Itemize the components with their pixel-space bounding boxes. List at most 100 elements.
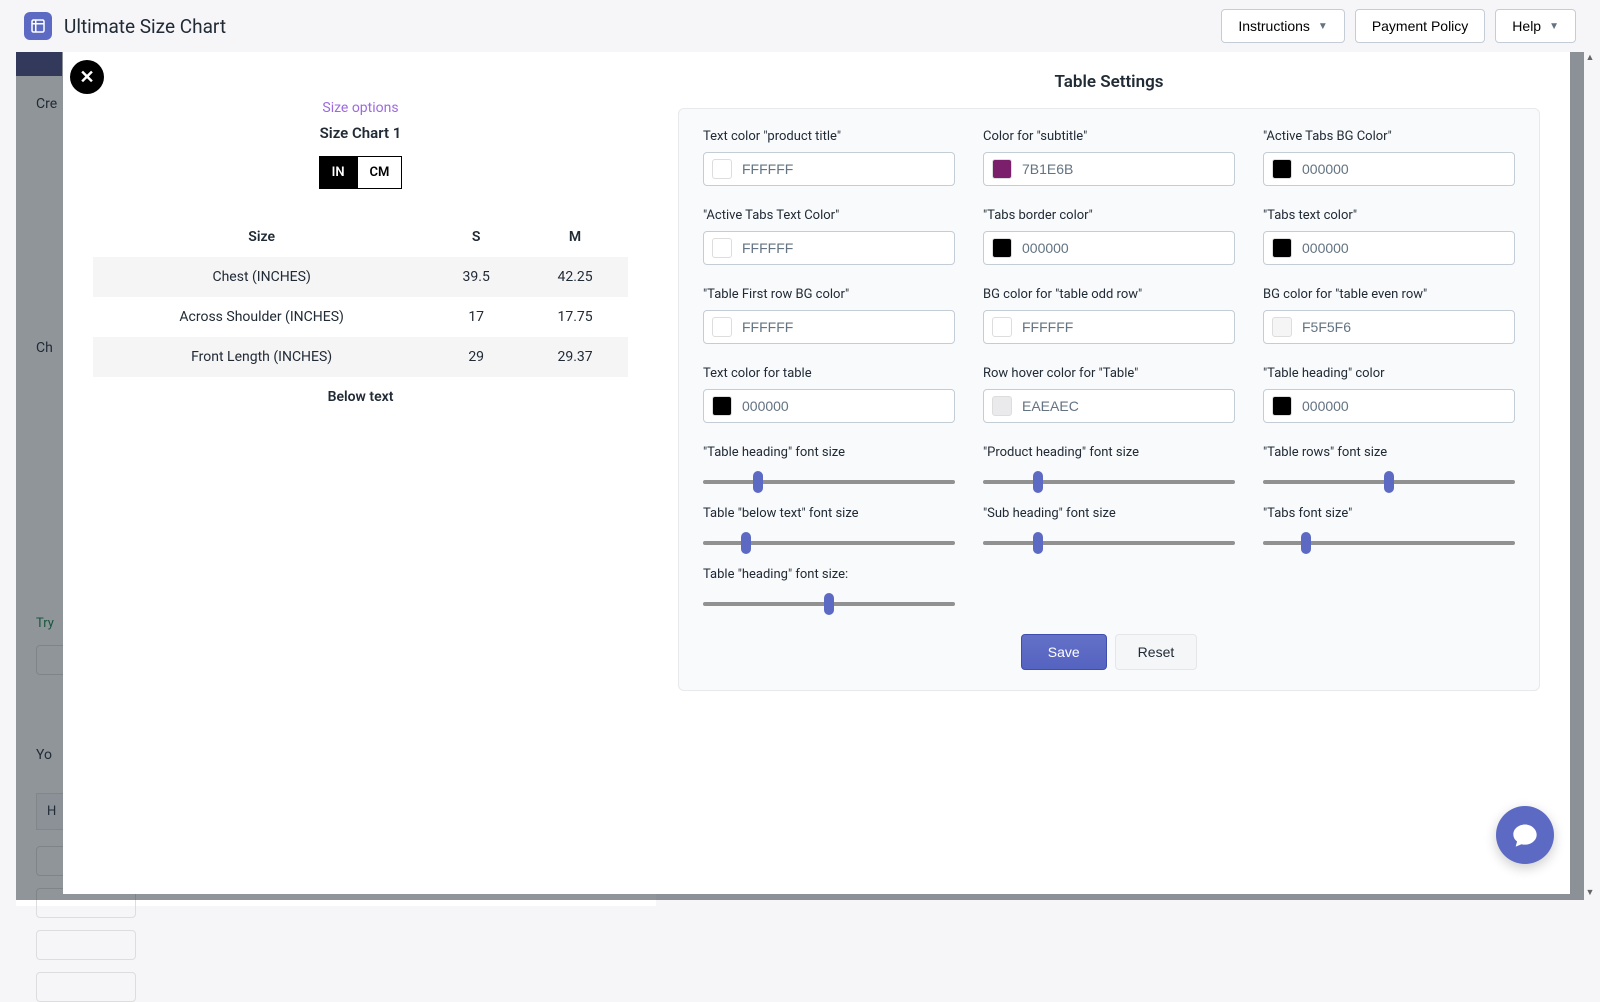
instructions-button[interactable]: Instructions ▼ xyxy=(1221,9,1345,43)
caret-down-icon: ▼ xyxy=(1549,21,1559,32)
color-input[interactable] xyxy=(983,152,1235,186)
slider-track[interactable] xyxy=(703,541,955,545)
topbar: Ultimate Size Chart Instructions ▼ Payme… xyxy=(0,0,1600,52)
field-label: "Sub heading" font size xyxy=(983,506,1235,521)
unit-toggle: IN CM xyxy=(93,156,628,189)
slider-track[interactable] xyxy=(983,480,1235,484)
slider-thumb[interactable] xyxy=(753,471,763,493)
table-cell: 39.5 xyxy=(430,257,522,297)
scroll-hints: ▲ ▼ xyxy=(1584,52,1596,900)
slider-field: "Sub heading" font size xyxy=(983,506,1235,545)
color-value-input[interactable] xyxy=(1302,319,1506,335)
field-label: Table "heading" font size: xyxy=(703,567,955,582)
settings-panel: Table Settings Text color "product title… xyxy=(658,52,1570,894)
color-field: "Table First row BG color" xyxy=(703,287,955,344)
below-text: Below text xyxy=(93,389,628,405)
slider-field: "Product heading" font size xyxy=(983,445,1235,484)
color-swatch xyxy=(712,238,732,258)
field-label: Table "below text" font size xyxy=(703,506,955,521)
reset-button[interactable]: Reset xyxy=(1115,634,1198,670)
table-cell: Chest (INCHES) xyxy=(93,257,430,297)
color-value-input[interactable] xyxy=(1302,161,1506,177)
color-value-input[interactable] xyxy=(1022,398,1226,414)
slider-thumb[interactable] xyxy=(741,532,751,554)
field-label: BG color for "table odd row" xyxy=(983,287,1235,302)
table-row: Front Length (INCHES) 29 29.37 xyxy=(93,337,628,377)
color-field: Row hover color for "Table" xyxy=(983,366,1235,423)
color-input[interactable] xyxy=(703,389,955,423)
color-input[interactable] xyxy=(983,231,1235,265)
slider-thumb[interactable] xyxy=(1033,471,1043,493)
color-input[interactable] xyxy=(703,310,955,344)
help-button[interactable]: Help ▼ xyxy=(1495,9,1576,43)
table-row: Chest (INCHES) 39.5 42.25 xyxy=(93,257,628,297)
color-value-input[interactable] xyxy=(1022,319,1226,335)
slider-thumb[interactable] xyxy=(1033,532,1043,554)
slider-thumb[interactable] xyxy=(1384,471,1394,493)
color-swatch xyxy=(1272,238,1292,258)
caret-down-icon: ▼ xyxy=(1318,21,1328,32)
color-value-input[interactable] xyxy=(742,398,946,414)
slider-track[interactable] xyxy=(1263,541,1515,545)
size-options-link[interactable]: Size options xyxy=(93,100,628,116)
color-value-input[interactable] xyxy=(742,240,946,256)
color-swatch xyxy=(1272,396,1292,416)
color-value-input[interactable] xyxy=(1022,161,1226,177)
slider-field: "Tabs font size" xyxy=(1263,506,1515,545)
slider-field: Table "heading" font size: xyxy=(703,567,955,606)
color-value-input[interactable] xyxy=(1022,240,1226,256)
field-label: Text color for table xyxy=(703,366,955,381)
payment-policy-button[interactable]: Payment Policy xyxy=(1355,9,1485,43)
color-field: BG color for "table even row" xyxy=(1263,287,1515,344)
color-input[interactable] xyxy=(1263,310,1515,344)
size-chart-preview: Size options Size Chart 1 IN CM Size S M… xyxy=(63,52,658,894)
settings-card: Text color "product title"Color for "sub… xyxy=(678,108,1540,691)
table-cell: 17 xyxy=(430,297,522,337)
field-label: "Table heading" color xyxy=(1263,366,1515,381)
color-field: BG color for "table odd row" xyxy=(983,287,1235,344)
chat-icon xyxy=(1511,821,1539,849)
unit-in-button[interactable]: IN xyxy=(319,156,357,189)
slider-field: "Table heading" font size xyxy=(703,445,955,484)
table-cell: Across Shoulder (INCHES) xyxy=(93,297,430,337)
chat-bubble-button[interactable] xyxy=(1496,806,1554,864)
slider-track[interactable] xyxy=(983,541,1235,545)
color-input[interactable] xyxy=(703,152,955,186)
table-cell: 17.75 xyxy=(522,297,628,337)
color-value-input[interactable] xyxy=(1302,240,1506,256)
field-label: BG color for "table even row" xyxy=(1263,287,1515,302)
slider-track[interactable] xyxy=(1263,480,1515,484)
field-label: "Table rows" font size xyxy=(1263,445,1515,460)
color-swatch xyxy=(712,317,732,337)
color-input[interactable] xyxy=(703,231,955,265)
color-input[interactable] xyxy=(1263,152,1515,186)
field-label: Row hover color for "Table" xyxy=(983,366,1235,381)
color-input[interactable] xyxy=(1263,231,1515,265)
color-swatch xyxy=(712,396,732,416)
color-input[interactable] xyxy=(1263,389,1515,423)
field-label: "Active Tabs Text Color" xyxy=(703,208,955,223)
slider-thumb[interactable] xyxy=(824,593,834,615)
color-value-input[interactable] xyxy=(742,319,946,335)
slider-track[interactable] xyxy=(703,602,955,606)
color-swatch xyxy=(992,159,1012,179)
table-cell: 42.25 xyxy=(522,257,628,297)
field-label: Text color "product title" xyxy=(703,129,955,144)
color-value-input[interactable] xyxy=(1302,398,1506,414)
color-value-input[interactable] xyxy=(742,161,946,177)
color-field: "Tabs border color" xyxy=(983,208,1235,265)
color-swatch xyxy=(712,159,732,179)
color-swatch xyxy=(1272,317,1292,337)
table-row: Across Shoulder (INCHES) 17 17.75 xyxy=(93,297,628,337)
close-button[interactable]: ✕ xyxy=(70,60,104,94)
slider-field: "Table rows" font size xyxy=(1263,445,1515,484)
color-input[interactable] xyxy=(983,310,1235,344)
unit-cm-button[interactable]: CM xyxy=(357,156,403,189)
color-input[interactable] xyxy=(983,389,1235,423)
slider-thumb[interactable] xyxy=(1301,532,1311,554)
help-label: Help xyxy=(1512,18,1541,34)
slider-track[interactable] xyxy=(703,480,955,484)
save-button[interactable]: Save xyxy=(1021,634,1107,670)
table-cell: 29 xyxy=(430,337,522,377)
size-th: Size xyxy=(93,217,430,257)
